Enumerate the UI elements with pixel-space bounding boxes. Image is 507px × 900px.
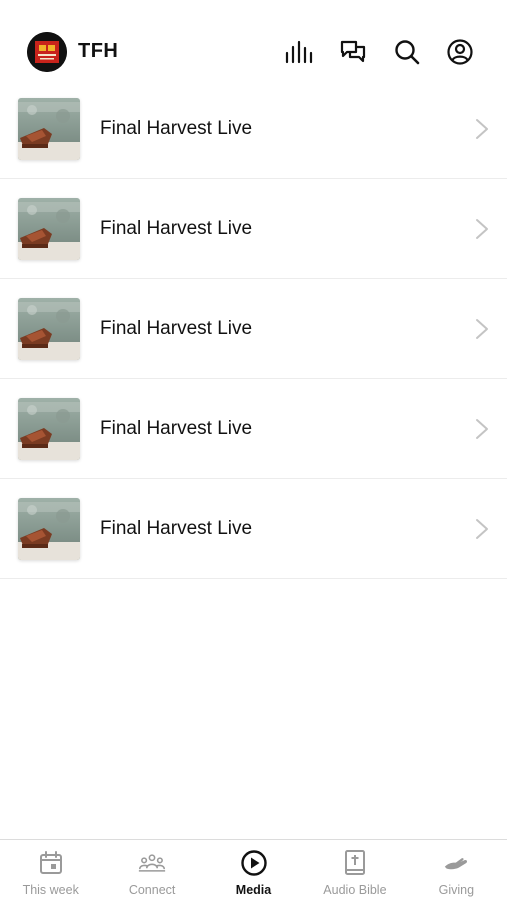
media-thumbnail	[18, 498, 80, 560]
tab-giving[interactable]: Giving	[406, 840, 507, 900]
chevron-right-icon	[476, 319, 488, 339]
tab-label: Audio Bible	[323, 883, 387, 897]
list-item-title: Final Harvest Live	[100, 118, 253, 139]
tab-media[interactable]: Media	[203, 840, 304, 900]
chevron-right-icon	[476, 119, 488, 139]
list-item[interactable]: Final Harvest Live	[0, 279, 507, 379]
app-header: TFH	[0, 0, 507, 90]
media-thumbnail	[18, 298, 80, 360]
giving-hand-icon	[442, 850, 470, 876]
tab-label: Connect	[128, 883, 176, 897]
tab-connect[interactable]: Connect	[101, 840, 202, 900]
media-thumbnail	[18, 398, 80, 460]
chevron-right-icon	[476, 219, 488, 239]
list-item[interactable]: Final Harvest Live	[0, 479, 507, 579]
media-list: Final Harvest Live Final Harvest Live Fi…	[0, 79, 507, 579]
calendar-icon	[37, 850, 65, 876]
tab-audio-bible[interactable]: Audio Bible	[304, 840, 405, 900]
chevron-right-icon	[476, 419, 488, 439]
bible-icon	[341, 850, 369, 876]
list-item-title: Final Harvest Live	[100, 518, 253, 539]
tab-label: Giving	[438, 883, 475, 897]
bottom-tab-bar: This week Connect Media Audio Bible Givi…	[0, 839, 507, 900]
logo-icon	[27, 32, 67, 72]
list-item-title: Final Harvest Live	[100, 318, 253, 339]
search-icon[interactable]	[392, 37, 422, 67]
list-item[interactable]: Final Harvest Live	[0, 179, 507, 279]
profile-icon[interactable]	[445, 37, 475, 67]
list-item-title: Final Harvest Live	[100, 218, 253, 239]
chevron-right-icon	[476, 519, 488, 539]
chat-icon[interactable]	[338, 37, 368, 67]
app-title: TFH	[78, 40, 119, 62]
tab-this-week[interactable]: This week	[0, 840, 101, 900]
live-bars-icon[interactable]	[284, 37, 314, 67]
tab-label: This week	[22, 883, 79, 897]
tab-label: Media	[235, 883, 272, 897]
media-thumbnail	[18, 198, 80, 260]
media-thumbnail	[18, 98, 80, 160]
list-item[interactable]: Final Harvest Live	[0, 379, 507, 479]
list-item-title: Final Harvest Live	[100, 418, 253, 439]
church-logo-avatar[interactable]	[27, 32, 67, 72]
play-circle-icon	[240, 850, 268, 876]
list-item[interactable]: Final Harvest Live	[0, 79, 507, 179]
group-icon	[138, 850, 166, 876]
